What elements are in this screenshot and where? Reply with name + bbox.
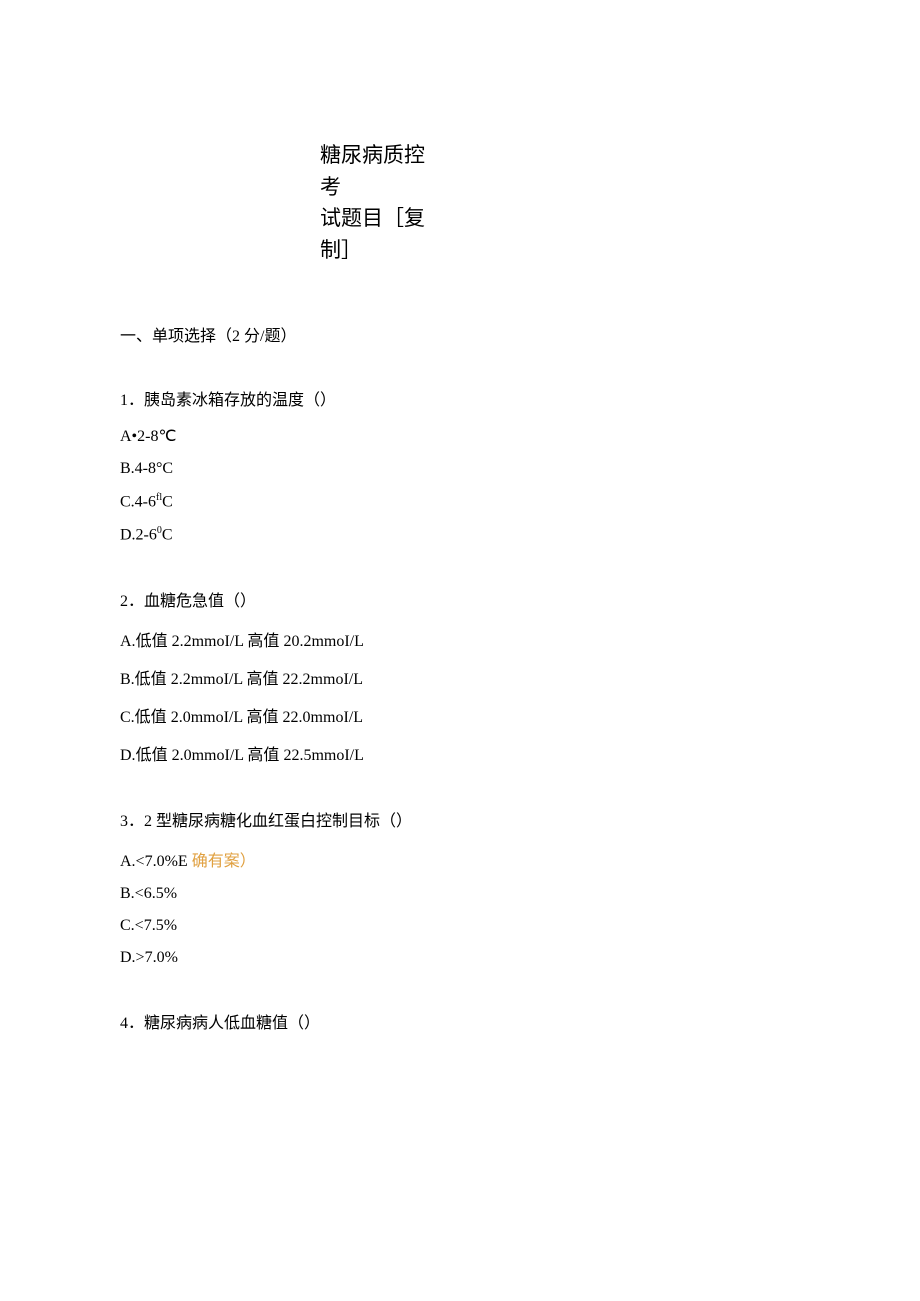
question-4-text: ．糖尿病病人低血糖值（）	[128, 1015, 320, 1032]
q2b-high-val: 22.2mmoI/L	[279, 671, 363, 688]
question-3-stem: 3．2 型糖尿病糖化血红蛋白控制目标（）	[120, 807, 800, 831]
title-line-1: 糖尿病质控考	[320, 140, 440, 203]
question-4-number: 4	[120, 1015, 128, 1032]
q1c-prefix: C.4-6	[120, 493, 156, 510]
question-3-option-d: D.>7.0%	[120, 949, 800, 967]
q3a-annotation: 确有案）	[192, 853, 256, 870]
question-4: 4．糖尿病病人低血糖值（）	[120, 1009, 800, 1033]
question-3-text: ．2 型糖尿病糖化血红蛋白控制目标（）	[128, 813, 412, 830]
q1d-prefix: D.2-6	[120, 527, 157, 544]
q2a-prefix: A.	[120, 633, 136, 650]
q2d-high-label: 高值	[247, 747, 279, 764]
q2c-high-val: 22.0mmoI/L	[279, 709, 363, 726]
question-1-text: ．胰岛素冰箱存放的温度（）	[128, 392, 336, 409]
question-2-option-d: D.低值 2.0mmoI/L 高值 22.5mmoI/L	[120, 741, 800, 765]
question-3-option-b: B.<6.5%	[120, 885, 800, 903]
document-title: 糖尿病质控考 试题目［复 制］	[320, 140, 440, 266]
title-line-2: 试题目［复	[320, 203, 440, 235]
q2d-prefix: D.	[120, 747, 136, 764]
q2d-low-val: 2.0mmoI/L	[168, 747, 248, 764]
question-1: 1．胰岛素冰箱存放的温度（） A•2-8℃ B.4-8°C C.4-6flC D…	[120, 386, 800, 545]
question-1-stem: 1．胰岛素冰箱存放的温度（）	[120, 386, 800, 410]
question-2-text: ．血糖危急值（）	[128, 593, 256, 610]
question-1-option-a: A•2-8℃	[120, 426, 800, 446]
q2b-low-label: 低值	[135, 671, 167, 688]
q3a-prefix: A.<7.0%E	[120, 853, 192, 870]
question-3-option-c: C.<7.5%	[120, 917, 800, 935]
q2c-high-label: 高值	[247, 709, 279, 726]
question-2-stem: 2．血糖危急值（）	[120, 587, 800, 611]
question-1-option-d: D.2-60C	[120, 525, 800, 544]
q2a-low-label: 低值	[136, 633, 168, 650]
q2b-high-label: 高值	[247, 671, 279, 688]
q1c-suffix: C	[162, 493, 173, 510]
q1d-suffix: C	[162, 527, 173, 544]
q2b-prefix: B.	[120, 671, 135, 688]
page-content: 糖尿病质控考 试题目［复 制］ 一、单项选择（2 分/题） 1．胰岛素冰箱存放的…	[0, 0, 920, 1115]
q2d-high-val: 22.5mmoI/L	[279, 747, 363, 764]
q2a-high-label: 高值	[247, 633, 279, 650]
q2c-prefix: C.	[120, 709, 135, 726]
q2c-low-val: 2.0mmoI/L	[167, 709, 247, 726]
question-2-option-a: A.低值 2.2mmoI/L 高值 20.2mmoI/L	[120, 627, 800, 651]
title-line-3: 制］	[320, 235, 440, 267]
question-3-number: 3	[120, 813, 128, 830]
question-4-stem: 4．糖尿病病人低血糖值（）	[120, 1009, 800, 1033]
question-3-option-a: A.<7.0%E 确有案）	[120, 847, 800, 871]
question-1-number: 1	[120, 392, 128, 409]
q2a-high-val: 20.2mmoI/L	[279, 633, 363, 650]
question-2-option-b: B.低值 2.2mmoI/L 高值 22.2mmoI/L	[120, 665, 800, 689]
q2d-low-label: 低值	[136, 747, 168, 764]
q2c-low-label: 低值	[135, 709, 167, 726]
q2a-low-val: 2.2mmoI/L	[168, 633, 248, 650]
question-1-option-c: C.4-6flC	[120, 492, 800, 511]
section-heading: 一、单项选择（2 分/题）	[120, 322, 800, 346]
question-3: 3．2 型糖尿病糖化血红蛋白控制目标（） A.<7.0%E 确有案） B.<6.…	[120, 807, 800, 967]
question-2-option-c: C.低值 2.0mmoI/L 高值 22.0mmoI/L	[120, 703, 800, 727]
question-1-option-b: B.4-8°C	[120, 460, 800, 478]
question-2: 2．血糖危急值（） A.低值 2.2mmoI/L 高值 20.2mmoI/L B…	[120, 587, 800, 765]
q2b-low-val: 2.2mmoI/L	[167, 671, 247, 688]
question-2-number: 2	[120, 593, 128, 610]
